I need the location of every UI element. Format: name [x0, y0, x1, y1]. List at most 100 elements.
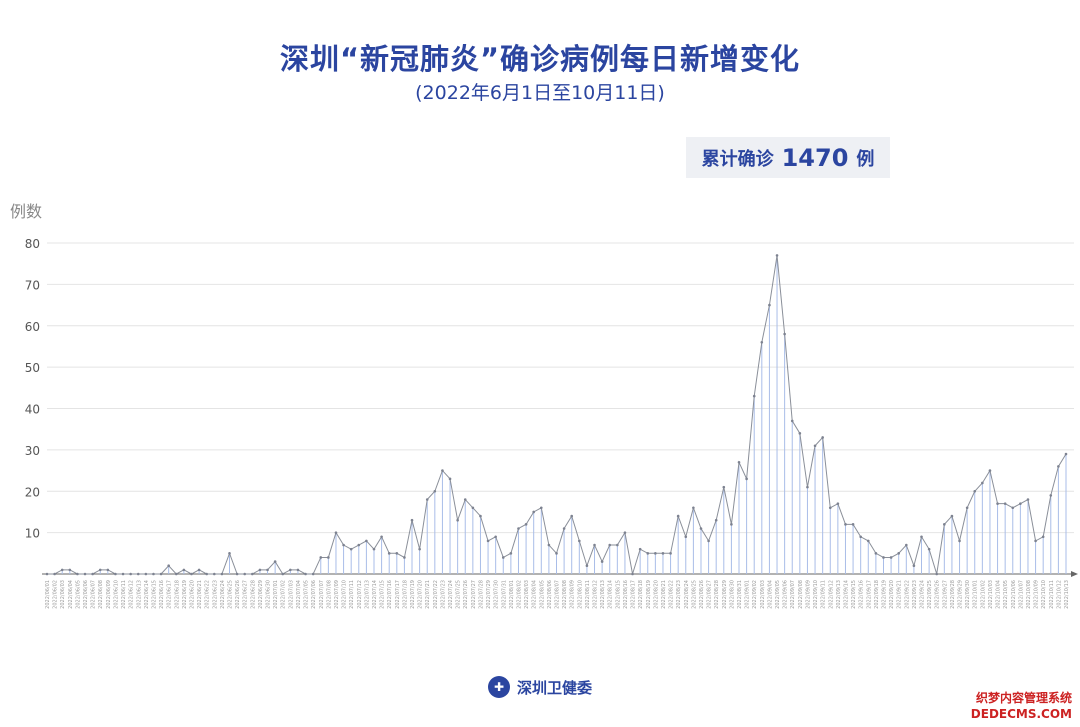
- x-tick-label: 2022/09/20: [889, 580, 895, 609]
- data-point: [372, 547, 376, 551]
- data-point: [342, 543, 345, 547]
- data-point: [623, 531, 627, 534]
- x-tick-label: 2022/07/25: [456, 580, 462, 609]
- data-point: [638, 547, 642, 551]
- data-point: [106, 568, 110, 572]
- x-tick-label: 2022/07/19: [410, 580, 416, 609]
- data-point: [266, 568, 269, 572]
- data-point: [433, 489, 437, 493]
- data-point: [524, 523, 528, 526]
- x-tick-label: 2022/08/27: [707, 580, 713, 609]
- x-tick-label: 2022/07/07: [319, 580, 325, 609]
- data-point: [859, 535, 862, 539]
- x-tick-label: 2022/07/01: [273, 580, 279, 609]
- data-point: [129, 572, 132, 576]
- data-point: [905, 543, 908, 547]
- data-point: [76, 572, 79, 576]
- data-point: [585, 564, 589, 568]
- x-tick-label: 2022/08/16: [623, 580, 629, 609]
- x-tick-label: 2022/08/19: [646, 580, 652, 609]
- data-point: [98, 568, 102, 572]
- x-tick-label: 2022/09/25: [927, 580, 933, 609]
- data-point: [532, 510, 535, 514]
- data-point: [555, 552, 558, 555]
- data-point: [882, 556, 885, 559]
- x-tick-label: 2022/06/19: [182, 580, 188, 609]
- data-point: [684, 535, 688, 539]
- data-point: [251, 572, 254, 576]
- data-point: [714, 518, 718, 522]
- data-point: [311, 572, 315, 576]
- x-tick-label: 2022/09/05: [775, 580, 781, 609]
- data-point: [494, 535, 497, 539]
- data-point: [654, 552, 657, 555]
- data-point: [53, 572, 56, 576]
- data-point: [45, 572, 49, 576]
- data-point: [1064, 452, 1068, 456]
- x-tick-label: 2022/09/18: [874, 580, 880, 609]
- data-point: [851, 523, 855, 526]
- data-point: [836, 502, 840, 505]
- x-tick-label: 2022/07/31: [501, 580, 507, 609]
- data-point: [806, 485, 809, 489]
- data-point: [965, 506, 969, 510]
- data-point: [456, 518, 459, 522]
- x-tick-label: 2022/08/10: [577, 580, 583, 609]
- x-tick-label: 2022/09/08: [798, 580, 804, 609]
- x-tick-label: 2022/06/11: [121, 580, 127, 609]
- x-tick-label: 2022/10/10: [1041, 580, 1047, 609]
- x-tick-label: 2022/08/06: [547, 580, 553, 609]
- x-tick-label: 2022/08/23: [676, 580, 682, 609]
- x-tick-label: 2022/10/01: [973, 580, 979, 609]
- x-tick-label: 2022/06/12: [129, 580, 135, 609]
- x-tick-label: 2022/06/08: [98, 580, 104, 609]
- x-tick-label: 2022/09/29: [958, 580, 964, 609]
- x-tick-label: 2022/06/18: [174, 580, 180, 609]
- x-tick-label: 2022/09/19: [881, 580, 887, 609]
- x-tick-label: 2022/06/23: [212, 580, 218, 609]
- y-tick-label-80: 80: [25, 237, 40, 251]
- x-tick-label: 2022/10/09: [1034, 580, 1040, 609]
- footer-org-name: 深圳卫健委: [516, 678, 592, 697]
- x-tick-label: 2022/08/14: [608, 580, 614, 609]
- x-tick-label: 2022/06/03: [60, 580, 66, 609]
- x-tick-label: 2022/06/16: [159, 580, 165, 609]
- x-tick-label: 2022/09/06: [783, 580, 789, 609]
- data-point: [958, 539, 961, 543]
- data-point: [463, 498, 467, 501]
- x-tick-label: 2022/06/26: [235, 580, 241, 609]
- x-tick-label: 2022/09/09: [805, 580, 811, 609]
- footer-brand: ✚ 深圳卫健委: [0, 676, 1080, 698]
- data-point: [844, 523, 847, 526]
- y-tick-label-50: 50: [25, 361, 40, 375]
- data-point: [927, 547, 931, 551]
- data-point: [547, 543, 551, 547]
- data-point: [578, 539, 581, 543]
- data-point: [752, 394, 756, 398]
- watermark-line2: DEDECMS.COM: [970, 707, 1072, 721]
- x-tick-label: 2022/10/03: [988, 580, 994, 609]
- data-point: [144, 572, 148, 576]
- x-tick-label: 2022/06/10: [113, 580, 119, 609]
- data-point: [813, 444, 817, 448]
- data-point: [273, 560, 277, 563]
- x-tick-label: 2022/08/30: [729, 580, 735, 609]
- x-tick-label: 2022/06/02: [53, 580, 59, 609]
- health-commission-emblem-icon: ✚: [487, 676, 510, 698]
- x-tick-label: 2022/09/17: [866, 580, 872, 609]
- data-point: [220, 572, 224, 576]
- data-point: [616, 543, 619, 547]
- data-point: [973, 489, 977, 493]
- x-tick-label: 2022/08/21: [661, 580, 667, 609]
- data-point: [783, 332, 786, 336]
- series-line: [47, 255, 1067, 575]
- data-point: [897, 552, 901, 555]
- data-point: [935, 572, 939, 576]
- x-tick-label: 2022/08/15: [615, 580, 621, 609]
- x-tick-label: 2022/07/23: [440, 580, 446, 609]
- data-point: [1026, 498, 1030, 501]
- data-point: [319, 556, 323, 559]
- data-point: [509, 552, 513, 555]
- x-tick-label: 2022/07/14: [372, 580, 378, 609]
- x-tick-label: 2022/09/07: [790, 580, 796, 609]
